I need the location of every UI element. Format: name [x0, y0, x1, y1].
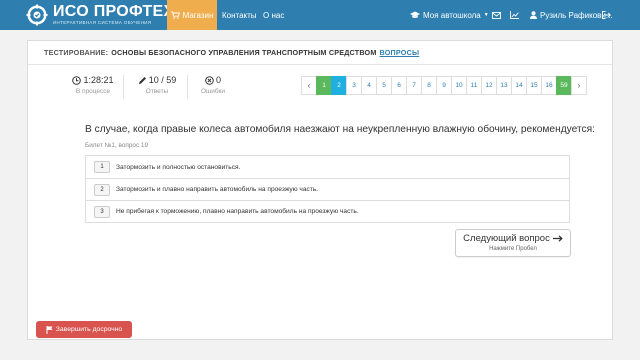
statistics-button[interactable]	[510, 0, 519, 30]
nav-shop-link[interactable]: Магазин	[167, 0, 217, 30]
answer-number: 3	[94, 205, 110, 218]
answer-text: Затормозить и плавно направить автомобил…	[116, 186, 319, 193]
pagination-page[interactable]: 11	[466, 76, 482, 95]
answer-option[interactable]: 3 Не прибегая к торможению, плавно напра…	[86, 200, 569, 222]
gear-logo-icon	[26, 4, 48, 26]
pagination-next[interactable]: ›	[571, 76, 587, 95]
logo[interactable]: ИСО ПРОФТЕХ ИНТЕРАКТИВНАЯ СИСТЕМА ОБУЧЕН…	[26, 4, 174, 26]
pagination-page[interactable]: 14	[511, 76, 527, 95]
clock-icon	[72, 75, 82, 85]
question-pagination: ‹ 1 2 3 4 5 6 7 8 9 10 11 12 13 14 15 16…	[301, 76, 587, 95]
pagination-page[interactable]: 3	[346, 76, 362, 95]
user-icon	[530, 11, 537, 19]
pagination-page[interactable]: 10	[451, 76, 467, 95]
messages-button[interactable]	[492, 0, 501, 30]
my-school-dropdown[interactable]: Моя автошкола ▼	[410, 0, 489, 30]
pagination-page[interactable]: 16	[541, 76, 557, 95]
x-circle-icon	[205, 75, 214, 85]
cart-icon	[170, 11, 180, 19]
pencil-icon	[138, 76, 146, 84]
envelope-icon	[492, 11, 501, 19]
pagination-page[interactable]: 8	[421, 76, 437, 95]
line-chart-icon	[510, 11, 519, 19]
flag-icon	[46, 325, 53, 334]
pagination-page[interactable]: 12	[481, 76, 497, 95]
ticket-info: Билет №1, вопрос 19	[85, 142, 149, 149]
pagination-page[interactable]: 2	[331, 76, 347, 95]
answers-list: 1 Затормозить и полностью остановиться. …	[85, 155, 570, 223]
logout-button[interactable]	[602, 0, 611, 30]
answer-text: Не прибегая к торможению, плавно направи…	[116, 208, 359, 215]
user-menu[interactable]: Рузиль Рафикови...	[530, 0, 613, 30]
errors-value: 0	[215, 75, 221, 85]
pagination-page[interactable]: 7	[406, 76, 422, 95]
time-stat: 1:28:21 В процессе	[68, 75, 118, 95]
chevron-down-icon: ▼	[483, 12, 489, 18]
nav-shop-label: Магазин	[182, 10, 214, 20]
answer-text: Затормозить и полностью остановиться.	[116, 163, 241, 171]
sign-out-icon	[602, 11, 611, 19]
pagination-prev[interactable]: ‹	[301, 76, 317, 95]
top-navbar: ИСО ПРОФТЕХ ИНТЕРАКТИВНАЯ СИСТЕМА ОБУЧЕН…	[0, 0, 640, 30]
pagination-page[interactable]: 4	[361, 76, 377, 95]
pagination-page[interactable]: 9	[436, 76, 452, 95]
test-label: Тестирование:	[44, 48, 109, 57]
question-text: В случае, когда правые колеса автомобиля…	[85, 124, 595, 135]
pagination-page[interactable]: 59	[556, 76, 572, 95]
pagination-page[interactable]: 1	[316, 76, 332, 95]
errors-stat: 0 Ошибки	[188, 75, 238, 95]
answer-number: 2	[94, 183, 110, 196]
test-panel: Тестирование: Основы безопасного управле…	[27, 40, 613, 340]
next-question-label: Следующий вопрос	[463, 233, 550, 244]
my-school-label: Моя автошкола	[423, 10, 481, 20]
pagination-page[interactable]: 5	[376, 76, 392, 95]
logo-title: ИСО ПРОФТЕХ	[53, 3, 175, 21]
questions-link[interactable]: вопросы	[380, 48, 420, 57]
errors-label: Ошибки	[200, 88, 226, 95]
logo-subtitle: ИНТЕРАКТИВНАЯ СИСТЕМА ОБУЧЕНИЯ	[53, 20, 152, 26]
test-title: Основы безопасного управления транспортн…	[111, 48, 377, 57]
time-value: 1:28:21	[83, 75, 114, 85]
nav-contacts-link[interactable]: Контакты	[222, 0, 257, 30]
answer-option[interactable]: 2 Затормозить и плавно направить автомоб…	[86, 178, 569, 200]
finish-early-button[interactable]: Завершить досрочно	[36, 321, 132, 338]
graduation-cap-icon	[410, 11, 420, 18]
answer-number: 1	[94, 161, 110, 173]
answers-value: 10 / 59	[148, 75, 177, 85]
pagination-page[interactable]: 13	[496, 76, 512, 95]
answers-stat: 10 / 59 Ответы	[132, 75, 182, 95]
finish-early-label: Завершить досрочно	[55, 326, 123, 333]
divider	[123, 75, 124, 99]
panel-header: Тестирование: Основы безопасного управле…	[28, 41, 612, 65]
pagination-page[interactable]: 6	[391, 76, 407, 95]
time-label: В процессе	[75, 88, 111, 95]
pagination-page[interactable]: 15	[526, 76, 542, 95]
next-question-hint: Нажмите Пробел	[489, 246, 537, 252]
arrow-right-icon	[552, 235, 563, 242]
next-question-button[interactable]: Следующий вопрос Нажмите Пробел	[455, 229, 571, 257]
nav-about-link[interactable]: О нас	[263, 0, 284, 30]
answers-label: Ответы	[145, 88, 169, 95]
answer-option[interactable]: 1 Затормозить и полностью остановиться.	[86, 156, 569, 178]
